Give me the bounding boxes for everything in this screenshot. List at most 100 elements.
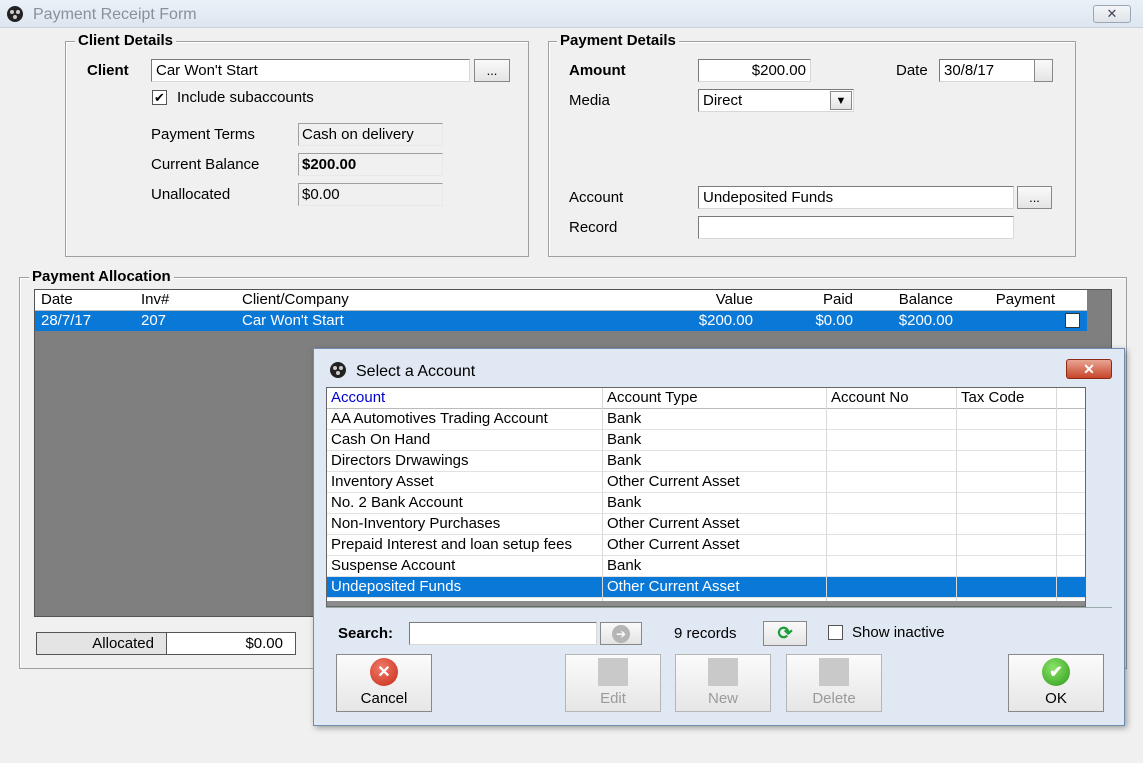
dialog-close-button[interactable]: ✕ (1066, 359, 1112, 379)
arrow-right-icon: ➔ (612, 624, 630, 643)
col-payment[interactable]: Payment (957, 290, 1059, 310)
show-inactive-checkbox[interactable] (828, 625, 843, 640)
account-cell-type: Bank (607, 494, 642, 511)
account-cell-no (827, 430, 957, 450)
include-subaccounts-label: Include subaccounts (177, 89, 314, 106)
list-item[interactable]: Non-Inventory Purchases Other Current Ass… (327, 514, 1085, 535)
edit-icon (598, 658, 628, 686)
refresh-button[interactable]: ⟳ (763, 621, 807, 646)
row-client: Car Won't Start (242, 312, 344, 329)
ok-icon: ✔ (1042, 658, 1070, 686)
delete-label: Delete (812, 690, 856, 707)
amount-input[interactable]: $200.00 (698, 59, 811, 82)
col-balance[interactable]: Balance (857, 290, 957, 310)
col-account[interactable]: Account (327, 388, 603, 408)
account-grid: Account Account Type Account No Tax Code… (326, 387, 1086, 607)
client-browse-button[interactable]: ... (474, 59, 510, 82)
account-cell-no (827, 493, 957, 513)
list-item[interactable]: Undeposited Funds Other Current Asset (327, 577, 1085, 598)
delete-icon (819, 658, 849, 686)
client-label: Client (87, 62, 129, 79)
select-account-dialog: Select a Account ✕ Account Account Type … (313, 348, 1125, 726)
row-balance: $200.00 (898, 312, 953, 329)
col-client[interactable]: Client/Company (238, 290, 654, 310)
account-cell-tax (957, 577, 1057, 597)
account-cell-type: Other Current Asset (607, 515, 740, 532)
account-cell-type: Bank (607, 410, 642, 427)
window-close-button[interactable]: ✕ (1093, 5, 1131, 23)
include-subaccounts-checkbox[interactable]: ✔ (152, 90, 167, 105)
payment-checkbox[interactable] (1065, 313, 1080, 328)
search-input[interactable] (409, 622, 597, 645)
account-cell-account: Inventory Asset (331, 473, 434, 490)
payment-terms-value: Cash on delivery (298, 123, 443, 146)
account-cell-tax (957, 556, 1057, 576)
client-input[interactable]: Car Won't Start (151, 59, 470, 82)
search-go-button[interactable]: ➔ (600, 622, 642, 645)
col-account-no[interactable]: Account No (827, 388, 957, 408)
account-cell-no (827, 556, 957, 576)
new-button[interactable]: New (675, 654, 771, 712)
unallocated-label: Unallocated (151, 186, 231, 203)
col-paid[interactable]: Paid (757, 290, 857, 310)
delete-button[interactable]: Delete (786, 654, 882, 712)
media-label: Media (569, 92, 610, 109)
cancel-button[interactable]: ✕ Cancel (336, 654, 432, 712)
account-cell-type: Other Current Asset (607, 536, 740, 553)
account-cell-account: Non-Inventory Purchases (331, 515, 501, 532)
account-input[interactable]: Undeposited Funds (698, 186, 1014, 209)
account-cell-account: Undeposited Funds (331, 578, 462, 595)
new-label: New (707, 690, 738, 707)
payment-allocation-label: Payment Allocation (29, 268, 174, 285)
account-cell-tax (957, 409, 1057, 429)
chevron-down-icon[interactable]: ▼ (830, 91, 852, 110)
account-cell-no (827, 451, 957, 471)
table-row[interactable]: 28/7/17 207 Car Won't Start $200.00 $0.0… (35, 311, 1087, 331)
account-cell-account: AA Automotives Trading Account (331, 410, 548, 427)
list-item[interactable]: Inventory Asset Other Current Asset (327, 472, 1085, 493)
row-inv: 207 (141, 312, 167, 329)
col-inv[interactable]: Inv# (137, 290, 237, 310)
account-cell-type: Other Current Asset (607, 578, 740, 595)
edit-label: Edit (600, 690, 626, 707)
list-item[interactable]: Suspense Account Bank (327, 556, 1085, 577)
row-value: $200.00 (698, 312, 753, 329)
col-date[interactable]: Date (37, 290, 135, 310)
record-input[interactable] (698, 216, 1014, 239)
account-cell-tax (957, 493, 1057, 513)
account-cell-type: Bank (607, 452, 642, 469)
account-grid-header: Account Account Type Account No Tax Code (327, 388, 1085, 409)
refresh-icon: ⟳ (777, 623, 793, 643)
list-item[interactable]: Prepaid Interest and loan setup fees Othe… (327, 535, 1085, 556)
col-tax-code[interactable]: Tax Code (957, 388, 1057, 408)
col-account-type[interactable]: Account Type (603, 388, 827, 408)
account-cell-no (827, 577, 957, 597)
account-browse-button[interactable]: ... (1017, 186, 1052, 209)
list-item[interactable]: Cash On Hand Bank (327, 430, 1085, 451)
date-input[interactable]: 30/8/17 (939, 59, 1035, 82)
allocation-grid-header: Date Inv# Client/Company Value Paid Bala… (35, 290, 1087, 311)
date-label: Date (896, 62, 928, 79)
account-cell-account: No. 2 Bank Account (331, 494, 463, 511)
account-cell-type: Other Current Asset (607, 473, 740, 490)
allocated-total: Allocated $0.00 (36, 632, 296, 655)
edit-button[interactable]: Edit (565, 654, 661, 712)
ok-button[interactable]: ✔ OK (1008, 654, 1104, 712)
list-item[interactable]: No. 2 Bank Account Bank (327, 493, 1085, 514)
account-cell-tax (957, 472, 1057, 492)
records-count: 9 records (674, 625, 737, 642)
list-item[interactable]: AA Automotives Trading Account Bank (327, 409, 1085, 430)
current-balance-value: $200.00 (298, 153, 443, 176)
window-title: Payment Receipt Form (33, 6, 197, 23)
title-bar: Payment Receipt Form ✕ (0, 0, 1143, 28)
list-item[interactable]: Directors Drwawings Bank (327, 451, 1085, 472)
date-picker-button[interactable] (1034, 59, 1053, 82)
account-cell-no (827, 472, 957, 492)
account-cell-tax (957, 430, 1057, 450)
account-cell-tax (957, 514, 1057, 534)
payment-details-label: Payment Details (557, 32, 679, 49)
col-value[interactable]: Value (655, 290, 757, 310)
media-select-value: Direct (703, 92, 743, 109)
row-date: 28/7/17 (41, 312, 92, 329)
account-cell-account: Cash On Hand (331, 431, 431, 448)
